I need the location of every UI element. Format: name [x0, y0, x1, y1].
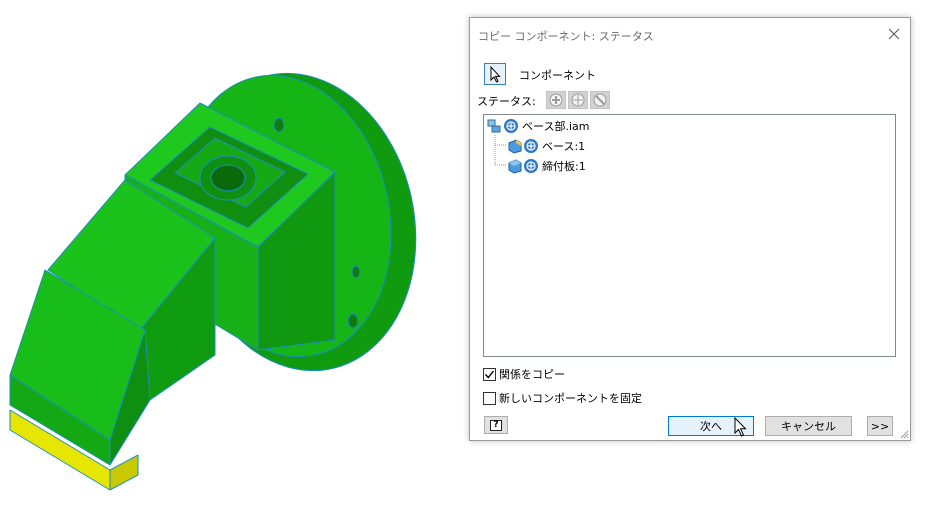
ground-new-checkbox[interactable]	[483, 391, 496, 405]
help-button[interactable]: ?	[484, 416, 508, 434]
copy-status-button[interactable]	[546, 91, 566, 109]
exclude-status-button[interactable]	[590, 91, 610, 109]
component-select-label: コンポーネント	[519, 69, 596, 82]
copy-relations-option[interactable]: 関係をコピー	[483, 366, 565, 382]
ground-new-label: 新しいコンポーネントを固定	[499, 392, 642, 405]
checkmark-icon	[484, 370, 495, 379]
cancel-button[interactable]: キャンセル	[765, 416, 852, 436]
tree-item-label: ベース部.iam	[522, 120, 590, 133]
status-label: ステータス:	[477, 95, 536, 108]
model-viewport[interactable]	[0, 0, 460, 511]
flange-hole-bottom	[347, 313, 359, 329]
copy-status-icon	[524, 159, 538, 173]
close-icon	[888, 28, 900, 40]
close-button[interactable]	[884, 24, 904, 44]
resize-grip-icon[interactable]	[899, 429, 909, 439]
flange-hole-mid	[351, 265, 361, 279]
dialog-titlebar[interactable]: コピー コンポーネント: ステータス	[470, 18, 910, 50]
part-icon	[508, 139, 522, 154]
component-select-button[interactable]	[484, 63, 506, 85]
tree-item-assembly[interactable]: ベース部.iam	[487, 117, 589, 135]
help-icon: ?	[490, 419, 502, 431]
copy-relations-label: 関係をコピー	[499, 368, 565, 381]
tree-item-label: 締付板:1	[542, 160, 586, 173]
assembly-icon	[487, 119, 501, 133]
dialog-title: コピー コンポーネント: ステータス	[478, 30, 654, 43]
copy-components-dialog: コピー コンポーネント: ステータス コンポーネント ステータス: ベース部.i…	[469, 17, 911, 441]
copy-relations-checkbox[interactable]	[483, 367, 496, 381]
flange-hole-top	[273, 117, 285, 133]
copy-status-icon	[549, 93, 563, 107]
tree-item-label: ベース:1	[542, 140, 586, 153]
yellow-pad-side	[109, 454, 139, 491]
copy-status-icon	[524, 139, 538, 153]
part-icon	[508, 159, 522, 174]
reuse-status-button[interactable]	[568, 91, 588, 109]
cursor-arrow-icon	[490, 65, 501, 83]
copy-status-icon	[504, 119, 518, 133]
tapped-hole-inner	[210, 164, 246, 192]
ground-new-option[interactable]: 新しいコンポーネントを固定	[483, 390, 642, 406]
more-options-button[interactable]: >>	[867, 416, 893, 436]
exclude-status-icon	[593, 93, 607, 107]
tree-item-part[interactable]: ベース:1	[507, 137, 585, 155]
reuse-status-icon	[571, 93, 585, 107]
mouse-pointer-icon	[734, 417, 747, 437]
cad-model	[9, 72, 417, 491]
status-icon-group	[546, 91, 610, 109]
component-tree[interactable]: ベース部.iam ベース:1 締付板:1	[483, 114, 896, 357]
tree-item-part[interactable]: 締付板:1	[507, 157, 586, 175]
